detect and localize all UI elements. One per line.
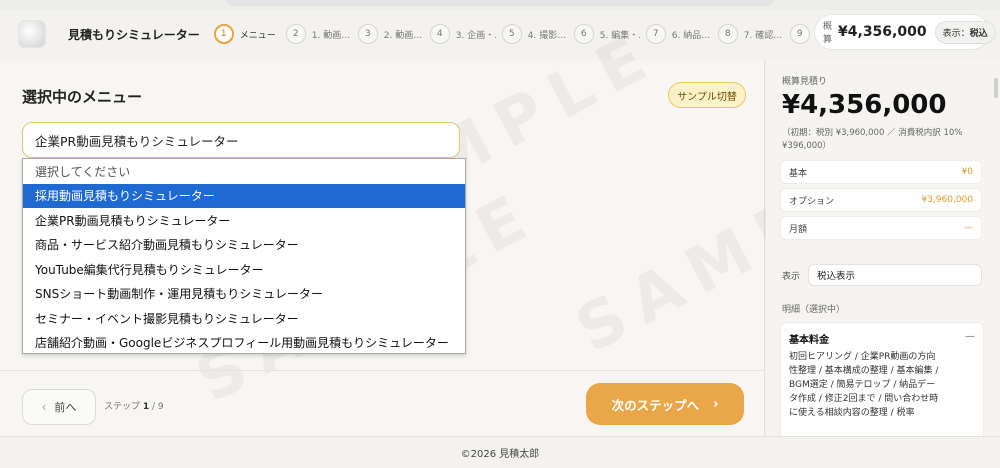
step-label: 5. 編集・… [599,30,640,41]
dropdown-option[interactable]: 採用動画見積もりシミュレーター [23,183,465,208]
estimate-summary: 概算 ¥4,356,000 表示：税込 [814,14,996,50]
dropdown-option[interactable]: SNSショート動画制作・運用見積もりシミュレーター [23,282,465,307]
side-title: 概算見積り [782,77,828,87]
side-total: ¥4,356,000 [782,90,947,120]
dropdown-option[interactable]: 商品・サービス紹介動画見積もりシミュレーター [23,233,465,258]
step-label: 2. 動画… [383,30,423,41]
menu-select[interactable]: 企業PR動画見積もりシミュレーター [22,122,460,158]
step-7[interactable]: 7 6. 納品… [645,22,712,46]
breakdown-row-basic: 基本 ¥0 [780,160,982,184]
step-indicator: 1 メニュー 2 1. 動画… 3 2. 動画… 4 3. 企画・… 5 4. … [213,22,862,46]
section-title: 選択中のメニュー [22,88,143,106]
row-value: ¥0 [961,167,973,177]
display-mode-row: 表示 税込表示 [782,264,982,286]
row-value: — [964,223,973,233]
step-2[interactable]: 2 1. 動画… [285,22,352,46]
detail-title: 基本料金 [789,335,829,346]
step-6[interactable]: 6 5. 編集・… [573,22,640,46]
estimate-value: ¥4,356,000 [838,24,927,40]
prev-button[interactable]: ‹ 前へ [22,389,96,425]
step-5[interactable]: 5 4. 撮影… [501,22,568,46]
step-8[interactable]: 8 7. 確認… [717,22,784,46]
step-total: / 9 [152,402,164,412]
detail-text: 初回ヒアリング / 企業PR動画の方向性整理 / 基本構成の整理 / 基本編集 … [789,352,939,419]
dropdown-option[interactable]: 企業PR動画見積もりシミュレーター [23,208,465,233]
dropdown-option[interactable]: 選択してください [23,159,465,184]
main-panel: SAMPLE SAMPLE SAMPLE 選択中のメニュー サンプル切替 企業P… [0,16,930,436]
detail-section-label: 明細（選択中） [782,305,846,315]
footer: ©2026 見積太郎 [0,436,1000,468]
chevron-left-icon: ‹ [41,400,47,414]
step-label: 7. 確認… [743,30,783,41]
scrollbar-thumb[interactable] [994,78,998,98]
step-label: メニュー [239,30,276,41]
step-label: 1. 動画… [311,30,351,41]
tax-prefix: 表示： [942,28,970,39]
step-current: 1 [142,402,150,412]
step-counter: ステップ 1 / 9 [104,399,164,412]
next-label: 次のステップへ [611,397,700,413]
step-label: 6. 納品… [671,30,711,41]
tax-mode-toggle[interactable]: 表示：税込 [934,20,996,44]
step-number: 8 [717,24,738,44]
estimate-side-panel: 概算見積り ¥4,356,000 （初期：税別 ¥3,960,000 ／ 消費税… [766,60,1000,436]
row-label: 月額 [789,224,808,235]
copyright: ©2026 見積太郎 [460,449,540,460]
step-number: 7 [645,24,666,44]
step-1[interactable]: 1 メニュー [213,22,280,46]
sample-switch-button[interactable]: サンプル切替 [668,82,746,108]
side-tax-note: （初期：税別 ¥3,960,000 ／ 消費税内訳 10% ¥396,000） [782,128,963,151]
detail-header: 基本料金 — [789,331,975,346]
step-number: 5 [501,24,522,44]
logo [18,20,46,48]
top-pill [226,0,774,6]
prev-label: 前へ [54,401,77,414]
menu-dropdown: 選択してください 採用動画見積もりシミュレーター 企業PR動画見積もりシミュレー… [22,158,466,354]
detail-card: 基本料金 — 初回ヒアリング / 企業PR動画の方向性整理 / 基本構成の整理 … [780,322,984,436]
row-label: オプション [789,196,835,207]
display-label: 表示 [782,271,801,282]
estimate-label: 概算 [823,22,833,45]
step-number: 6 [573,24,594,44]
top-strip [0,0,1000,10]
step-4[interactable]: 4 3. 企画・… [429,22,496,46]
dropdown-option[interactable]: セミナー・イベント撮影見積もりシミュレーター [23,306,465,331]
step-number: 4 [429,24,450,44]
display-mode-select[interactable]: 税込表示 [808,264,982,286]
detail-amount: — [965,331,975,342]
breakdown-row-option: オプション ¥3,960,000 [780,188,982,212]
step-number: 1 [213,24,234,44]
step-label: 4. 撮影… [527,30,567,41]
app-title: 見積もりシミュレーター [68,27,200,42]
dropdown-option[interactable]: 店舗紹介動画・Googleビジネスプロフィール用動画見積もりシミュレーター [23,331,465,356]
step-number: 2 [285,24,306,44]
wizard-nav: ‹ 前へ ステップ 1 / 9 次のステップへ › [0,370,765,436]
chevron-right-icon: › [713,396,719,412]
dropdown-option[interactable]: YouTube編集代行見積もりシミュレーター [23,257,465,282]
step-prefix: ステップ [104,402,141,412]
step-number: 3 [357,24,378,44]
step-3[interactable]: 3 2. 動画… [357,22,424,46]
next-step-button[interactable]: 次のステップへ › [586,383,744,425]
row-value: ¥3,960,000 [921,195,973,205]
row-label: 基本 [789,168,808,179]
header: 見積もりシミュレーター 1 メニュー 2 1. 動画… 3 2. 動画… 4 3… [10,12,996,56]
breakdown-row-monthly: 月額 — [780,216,982,240]
step-label: 3. 企画・… [455,30,496,41]
step-number: 9 [789,24,810,44]
tax-value: 税込 [969,28,988,39]
